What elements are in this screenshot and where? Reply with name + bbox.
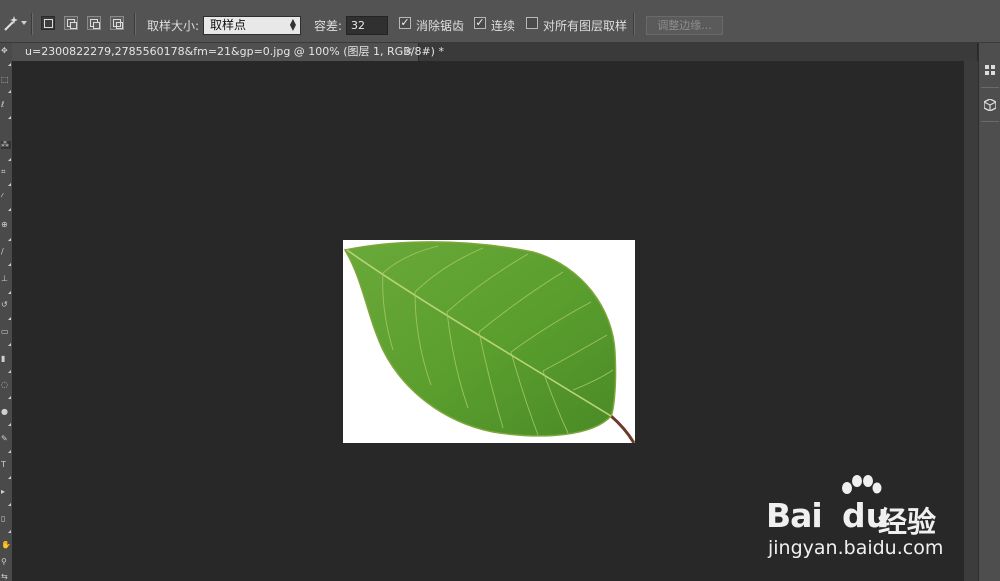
- magic-wand-icon[interactable]: [2, 14, 20, 32]
- eyedropper-tool-icon[interactable]: ⁄: [1, 193, 11, 201]
- path-selection-tool-icon[interactable]: ▸: [1, 488, 11, 496]
- tolerance-label: 容差:: [314, 19, 343, 33]
- add-to-selection-button[interactable]: [64, 16, 78, 30]
- contiguous-checkbox[interactable]: ✓: [474, 17, 486, 29]
- sample-all-layers-checkbox[interactable]: [526, 17, 538, 29]
- tolerance-input[interactable]: 32: [346, 16, 388, 35]
- options-bar: 取样大小: 取样点 ▲ ▼ 容差: 32 ✓ 消除锯齿 ✓ 连续 对所有图层取样 …: [0, 6, 1000, 43]
- tool-flyout-indicator: [8, 63, 11, 66]
- tool-flyout-indicator: [8, 450, 11, 453]
- pen-tool-icon[interactable]: ✎: [1, 435, 11, 443]
- toolbar-separator: [134, 13, 136, 35]
- shape-tool-icon[interactable]: ▯: [1, 515, 11, 523]
- tool-flyout-indicator: [8, 476, 11, 479]
- tool-flyout-indicator: [8, 423, 11, 426]
- contiguous-label: 连续: [491, 19, 516, 33]
- tool-flyout-indicator: [8, 263, 11, 266]
- healing-brush-tool-icon[interactable]: ⊕: [1, 221, 11, 229]
- refine-edge-button[interactable]: 调整边缘...: [646, 16, 723, 35]
- baidu-jingyan-watermark: Bai du 经验 jingyan.baidu.com: [766, 472, 950, 562]
- watermark-brand-jingyan: 经验: [878, 505, 937, 539]
- eraser-tool-icon[interactable]: ▭: [1, 328, 11, 336]
- dodge-tool-icon[interactable]: ●: [1, 408, 11, 416]
- anti-alias-label: 消除锯齿: [416, 19, 465, 33]
- select-spinner-icon: ▲ ▼: [289, 17, 296, 32]
- right-panel-strip: [978, 43, 1000, 581]
- document-tab[interactable]: u=2300822279,2785560178&fm=21&gp=0.jpg @…: [12, 43, 444, 61]
- watermark-brand-bai: Bai: [766, 496, 823, 535]
- tool-flyout-indicator: [8, 90, 11, 93]
- panel-gutter: [964, 61, 978, 581]
- toolbar-separator: [31, 13, 33, 35]
- sample-all-layers-label: 对所有图层取样: [543, 19, 628, 33]
- sample-size-value: 取样点: [210, 18, 247, 32]
- panel-divider: [981, 121, 999, 122]
- subtract-from-selection-button[interactable]: [87, 16, 101, 30]
- panel-cube-icon[interactable]: [982, 98, 998, 115]
- panel-divider: [981, 87, 999, 88]
- swap-colors-icon[interactable]: ⇆: [1, 573, 11, 581]
- tool-preset-dropdown-arrow[interactable]: [21, 21, 27, 25]
- move-tool-icon[interactable]: ✥: [1, 47, 11, 55]
- tool-flyout-indicator: [8, 183, 11, 186]
- tool-flyout-indicator: [8, 208, 11, 211]
- panel-grid-icon[interactable]: [982, 65, 998, 81]
- tool-flyout-indicator: [8, 158, 11, 161]
- watermark-url: jingyan.baidu.com: [768, 537, 944, 559]
- gradient-tool-icon[interactable]: ▮: [1, 355, 11, 363]
- tool-flyout-indicator: [8, 530, 11, 533]
- tool-flyout-indicator: [8, 116, 11, 119]
- magic-wand-tool-icon[interactable]: ⁂: [1, 141, 11, 149]
- clone-stamp-tool-icon[interactable]: ⊥: [1, 275, 11, 283]
- brush-tool-icon[interactable]: /: [1, 248, 11, 256]
- tool-flyout-indicator: [8, 343, 11, 346]
- toolbar-separator: [633, 13, 635, 35]
- sample-size-select[interactable]: 取样点 ▲ ▼: [203, 16, 301, 35]
- tool-flyout-indicator: [8, 503, 11, 506]
- zoom-tool-icon[interactable]: ⚲: [1, 558, 11, 566]
- leaf-photo: [343, 241, 635, 443]
- document-tab-title: u=2300822279,2785560178&fm=21&gp=0.jpg @…: [25, 45, 444, 58]
- new-selection-button[interactable]: [41, 16, 55, 30]
- crop-tool-icon[interactable]: ⌗: [1, 168, 11, 176]
- blur-tool-icon[interactable]: ◌: [1, 381, 11, 389]
- tool-flyout-indicator: [8, 291, 11, 294]
- document-image[interactable]: [343, 240, 635, 443]
- sample-size-label: 取样大小:: [147, 19, 200, 33]
- tool-flyout-indicator: [8, 317, 11, 320]
- lasso-tool-icon[interactable]: ℓ: [1, 101, 11, 109]
- type-tool-icon[interactable]: T: [1, 461, 11, 469]
- tool-flyout-indicator: [8, 238, 11, 241]
- history-brush-tool-icon[interactable]: ↺: [1, 301, 11, 309]
- marquee-tool-icon[interactable]: ⬚: [1, 76, 11, 84]
- close-icon[interactable]: ×: [405, 43, 413, 61]
- hand-tool-icon[interactable]: ✋: [1, 541, 11, 549]
- tool-flyout-indicator: [8, 370, 11, 373]
- anti-alias-checkbox[interactable]: ✓: [399, 17, 411, 29]
- intersect-selection-button[interactable]: [110, 16, 124, 30]
- tool-flyout-indicator: [8, 396, 11, 399]
